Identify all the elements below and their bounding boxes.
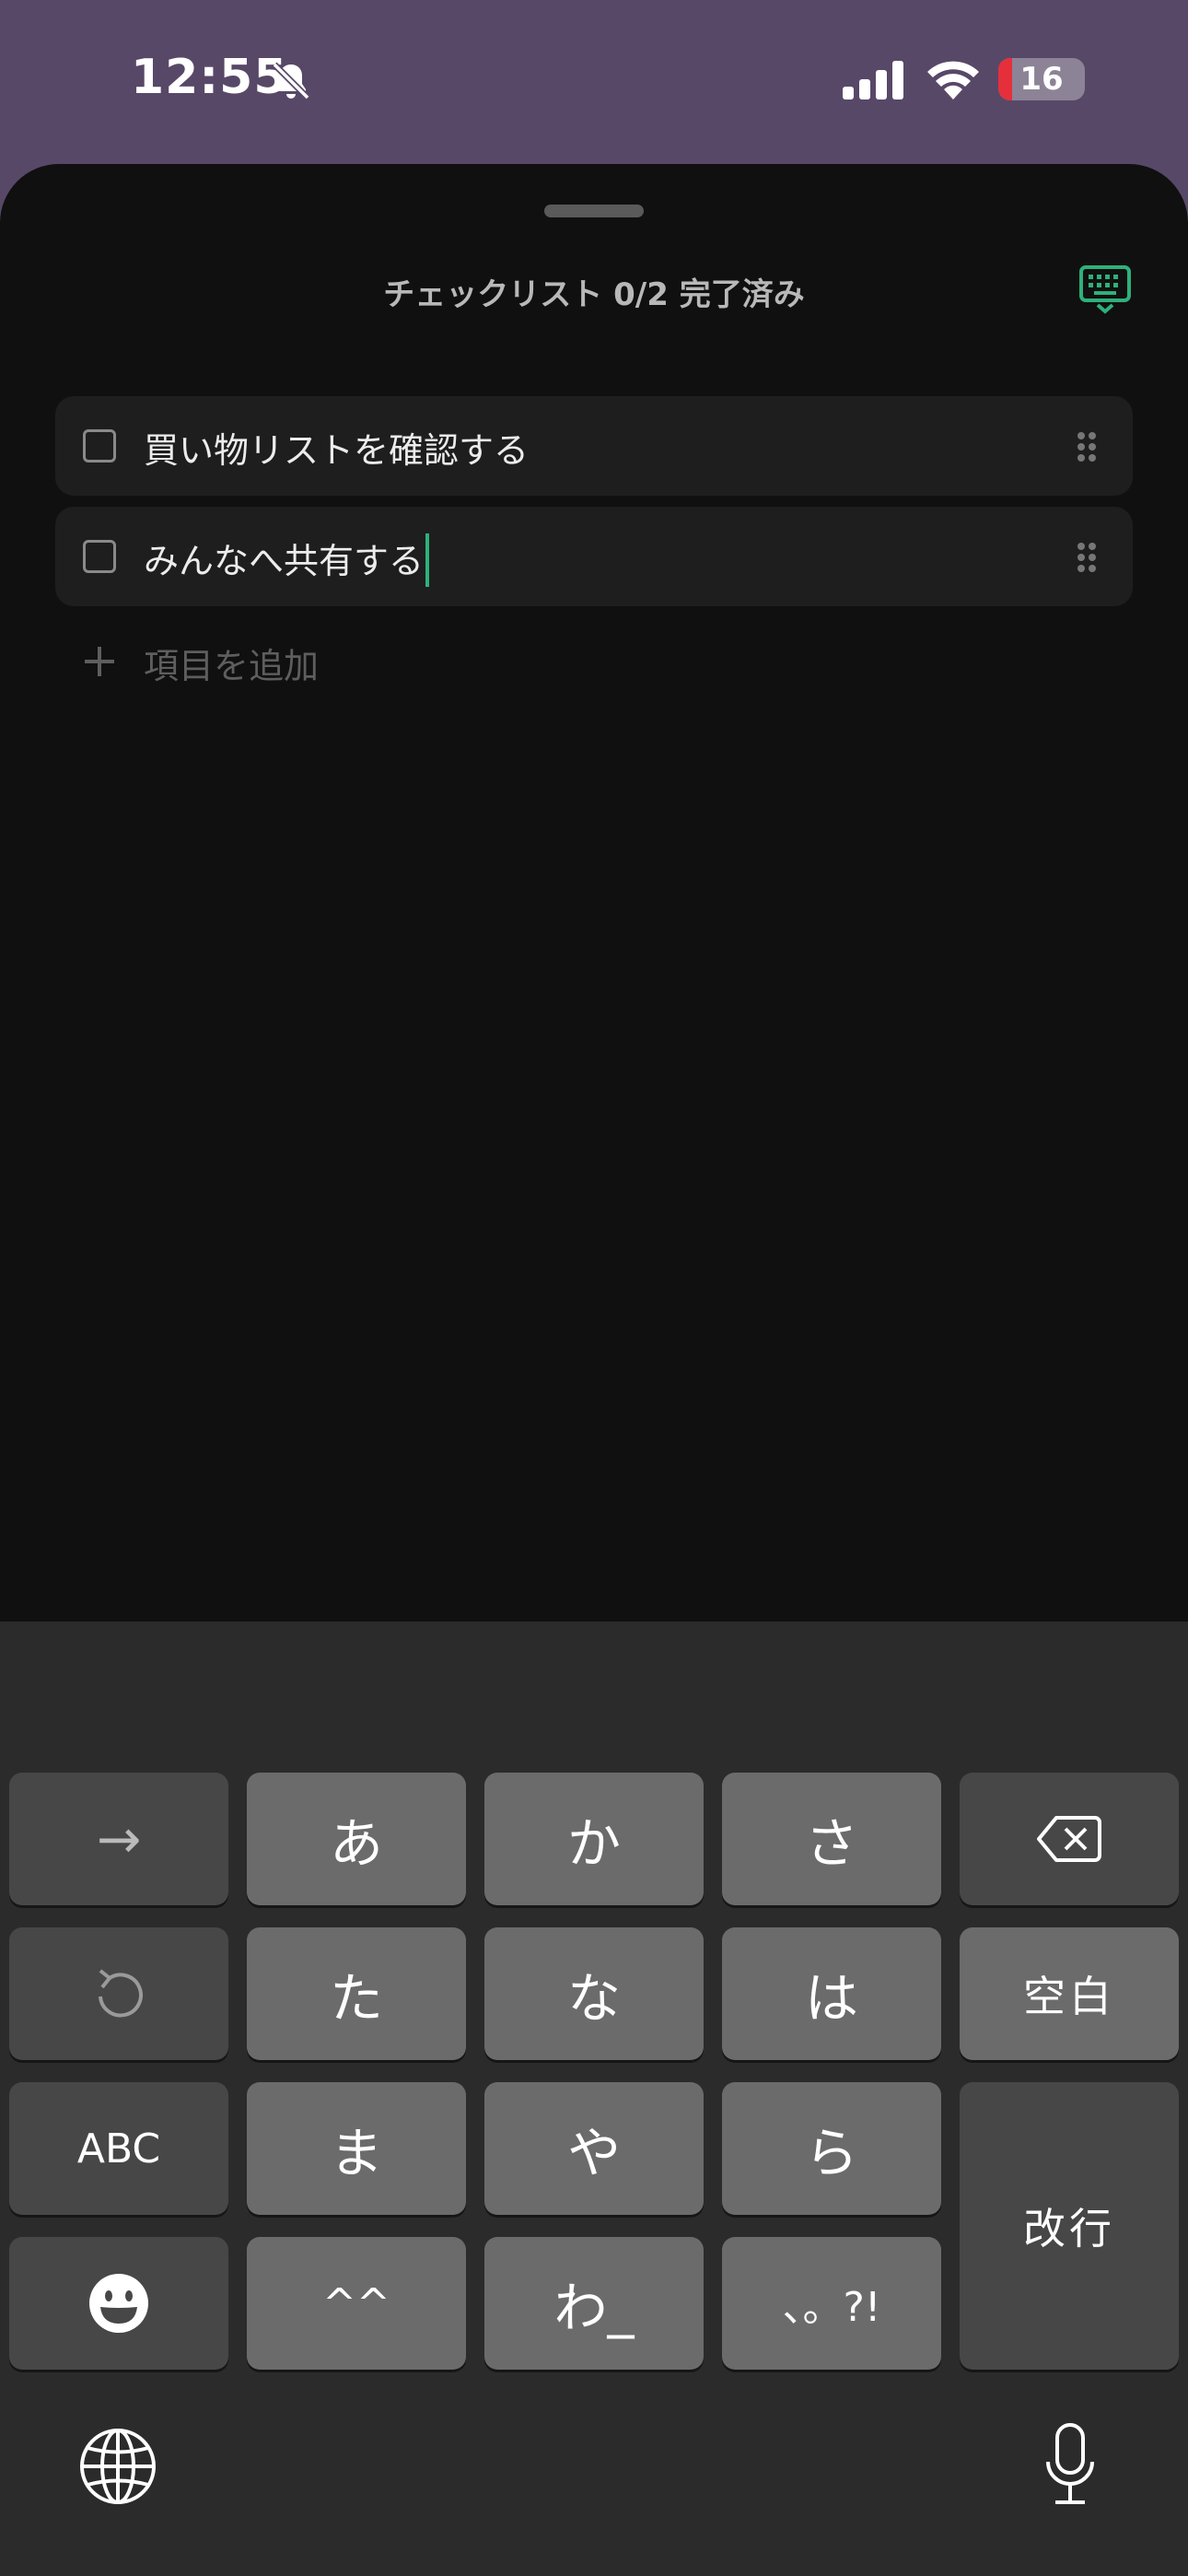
checklist-sheet: チェックリスト 0/2 完了済み 買い物リストを確認する みんなへ共有する 項目… (0, 164, 1188, 1622)
add-item-button[interactable]: 項目を追加 (55, 623, 608, 700)
key-ta[interactable]: た (247, 1927, 466, 2060)
key-undo[interactable] (9, 1927, 228, 2060)
checklist-item[interactable]: みんなへ共有する (55, 507, 1133, 606)
item-checkbox[interactable] (83, 540, 116, 573)
key-abc[interactable]: ABC (9, 2082, 228, 2215)
item-label-editing[interactable]: みんなへ共有する (144, 533, 430, 587)
key-ya[interactable]: や (484, 2082, 704, 2215)
japanese-kana-keyboard: → あ か さ た な は 空白 ABC ま や ら 改行 ^^ わ_ 、。?! (0, 1622, 1188, 2576)
drag-handle-icon[interactable] (1076, 541, 1098, 574)
status-bar: 12:55 16 (0, 0, 1188, 166)
status-time: 12:55 (131, 50, 288, 105)
key-kaomoji[interactable]: ^^ (247, 2237, 466, 2370)
drag-handle-icon[interactable] (1076, 430, 1098, 463)
keyboard-dismiss-icon[interactable] (1077, 263, 1133, 315)
key-label: あ (329, 1812, 383, 1875)
microphone-icon[interactable] (1042, 2421, 1098, 2508)
key-ma[interactable]: ま (247, 2082, 466, 2215)
key-label: は (804, 1967, 858, 2030)
add-item-label: 項目を追加 (144, 646, 320, 686)
key-ka[interactable]: か (484, 1773, 704, 1905)
key-punctuation[interactable]: 、。?! (722, 2237, 941, 2370)
battery-icon: 16 (998, 58, 1085, 100)
key-label: 改行 (1023, 2204, 1115, 2254)
wifi-icon (927, 61, 979, 100)
battery-level: 16 (1019, 61, 1064, 98)
key-label: → (96, 1808, 142, 1870)
item-checkbox[interactable] (83, 429, 116, 463)
key-ra[interactable]: ら (722, 2082, 941, 2215)
item-label[interactable]: 買い物リストを確認する (144, 422, 529, 473)
key-label: わ_ (553, 2277, 635, 2339)
battery-tip (1079, 71, 1085, 88)
item-label-text[interactable]: みんなへ共有する (144, 541, 424, 581)
key-space[interactable]: 空白 (960, 1927, 1179, 2060)
key-ha[interactable]: は (722, 1927, 941, 2060)
key-emoji[interactable] (9, 2237, 228, 2370)
key-label: か (566, 1812, 621, 1875)
sheet-title: チェックリスト 0/2 完了済み (383, 276, 805, 313)
backspace-icon (1037, 1816, 1101, 1862)
checklist-item[interactable]: 買い物リストを確認する (55, 396, 1133, 496)
key-label: ら (804, 2122, 858, 2184)
emoji-icon (89, 2274, 148, 2333)
key-label: な (566, 1967, 621, 2030)
key-label: さ (804, 1812, 858, 1875)
key-label: ま (329, 2122, 383, 2184)
key-label: 、。?! (782, 2284, 881, 2331)
key-return[interactable]: 改行 (960, 2082, 1179, 2370)
key-label: ^^ (322, 2279, 390, 2327)
key-sa[interactable]: さ (722, 1773, 941, 1905)
key-wa[interactable]: わ_ (484, 2237, 704, 2370)
globe-icon[interactable] (78, 2427, 157, 2506)
cellular-signal-icon (843, 61, 903, 100)
key-na[interactable]: な (484, 1927, 704, 2060)
bell-slash-icon (272, 62, 310, 100)
key-cursor-right[interactable]: → (9, 1773, 228, 1905)
plus-icon (85, 647, 114, 676)
key-label: た (329, 1967, 383, 2030)
text-caret (425, 533, 430, 587)
key-label: ABC (76, 2125, 161, 2172)
sheet-grabber[interactable] (544, 205, 644, 217)
key-label: 空白 (1023, 1972, 1115, 2021)
key-a[interactable]: あ (247, 1773, 466, 1905)
key-backspace[interactable] (960, 1773, 1179, 1905)
undo-icon (99, 1969, 143, 2018)
key-label: や (566, 2122, 621, 2184)
